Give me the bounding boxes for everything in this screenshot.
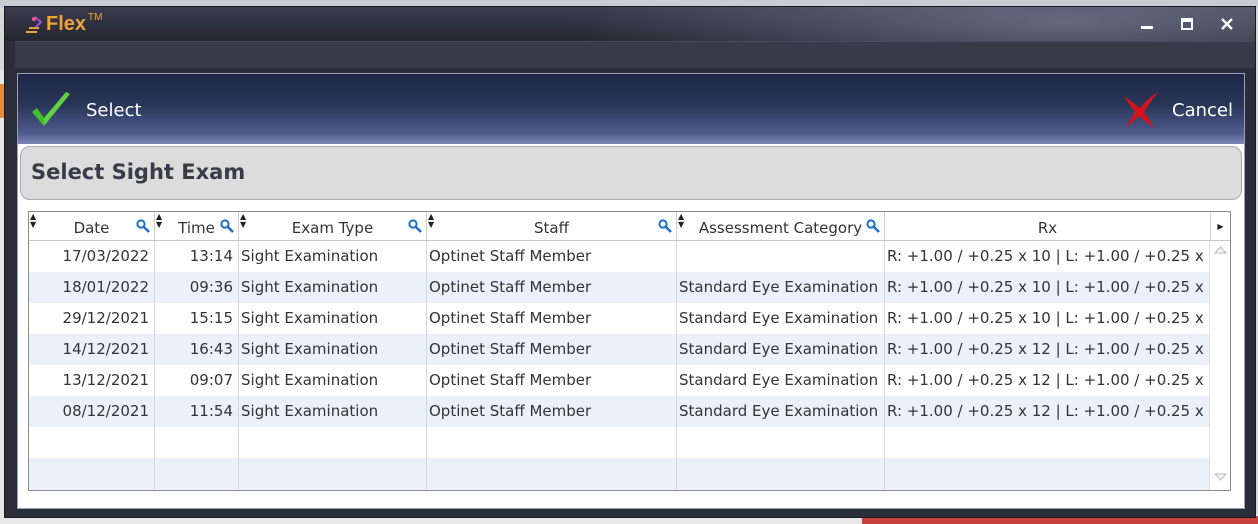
cell-assessment-category: Standard Eye Examination [677, 303, 885, 334]
maximize-button[interactable] [1175, 15, 1199, 33]
cell-exam-type: Sight Examination [239, 272, 427, 303]
table-row[interactable]: 08/12/2021 11:54 Sight Examination Optin… [29, 396, 1209, 427]
sub-bar [15, 41, 1255, 68]
page-title: Select Sight Exam [31, 160, 246, 184]
empty-row [29, 427, 1209, 458]
table-row[interactable]: 14/12/2021 16:43 Sight Examination Optin… [29, 334, 1209, 365]
cell-exam-type: Sight Examination [239, 303, 427, 334]
cell-date: 13/12/2021 [29, 365, 155, 396]
cell-exam-type: Sight Examination [239, 396, 427, 427]
cell-date: 08/12/2021 [29, 396, 155, 427]
close-button[interactable] [1215, 15, 1239, 33]
cell-exam-type: Sight Examination [239, 334, 427, 365]
cell-date: 14/12/2021 [29, 334, 155, 365]
cell-assessment-category: Standard Eye Examination [677, 334, 885, 365]
cell-time: 15:15 [155, 303, 239, 334]
sort-arrows-icon[interactable]: ▲ ▼ [240, 213, 246, 229]
magnifier-icon[interactable] [408, 219, 422, 237]
cell-rx: R: +1.00 / +0.25 x 12 | L: +1.00 / +0.25… [887, 340, 1209, 358]
maximize-icon [1181, 18, 1193, 30]
dialog-heading: Select Sight Exam [20, 146, 1242, 200]
dialog-window: Flex TM Select Cancel Select Sight Exam … [4, 6, 1256, 518]
minimize-icon [1141, 26, 1153, 29]
cell-exam-type: Sight Examination [239, 241, 427, 272]
column-header-exam-type[interactable]: ▲ ▼ Exam Type [239, 212, 427, 240]
cell-date: 17/03/2022 [29, 241, 155, 272]
cell-staff: Optinet Staff Member [427, 303, 677, 334]
empty-row [29, 458, 1209, 490]
close-icon [1221, 18, 1233, 30]
cell-staff: Optinet Staff Member [427, 334, 677, 365]
column-header-assessment-category[interactable]: ▲ ▼ Assessment Category [677, 212, 885, 240]
column-header-label: Assessment Category [698, 219, 863, 237]
cell-exam-type: Sight Examination [239, 365, 427, 396]
magnifier-icon[interactable] [658, 219, 672, 237]
select-button[interactable]: Select [30, 88, 142, 132]
cell-staff: Optinet Staff Member [427, 396, 677, 427]
magnifier-icon[interactable] [136, 219, 150, 237]
cell-time: 16:43 [155, 334, 239, 365]
app-logo: Flex TM [23, 13, 102, 37]
flex-logo-icon [23, 13, 45, 35]
cell-time: 09:07 [155, 365, 239, 396]
column-header-label: Rx [1037, 219, 1058, 237]
column-header-time[interactable]: ▲ ▼ Time [155, 212, 239, 240]
table-row[interactable]: 18/01/2022 09:36 Sight Examination Optin… [29, 272, 1209, 303]
cancel-label: Cancel [1172, 99, 1233, 121]
cell-date: 29/12/2021 [29, 303, 155, 334]
cell-assessment-category: Standard Eye Examination [677, 365, 885, 396]
column-header-label: Exam Type [291, 219, 374, 237]
cell-staff: Optinet Staff Member [427, 365, 677, 396]
app-name: Flex [46, 13, 87, 35]
cell-rx: R: +1.00 / +0.25 x 12 | L: +1.00 / +0.25… [887, 371, 1209, 389]
magnifier-icon[interactable] [220, 219, 234, 237]
sort-arrows-icon[interactable]: ▲ ▼ [30, 213, 36, 229]
select-label: Select [86, 99, 142, 121]
table-row[interactable]: 13/12/2021 09:07 Sight Examination Optin… [29, 365, 1209, 396]
cell-rx: R: +1.00 / +0.25 x 10 | L: +1.00 / +0.25… [887, 309, 1209, 327]
column-header-label: Time [178, 219, 215, 237]
cell-staff: Optinet Staff Member [427, 272, 677, 303]
sort-arrows-icon[interactable]: ▲ ▼ [678, 213, 684, 229]
vertical-scrollbar[interactable] [1209, 241, 1230, 490]
title-bar[interactable]: Flex TM [5, 7, 1255, 41]
cell-time: 09:36 [155, 272, 239, 303]
column-header-label: Date [73, 219, 110, 237]
grid-header: ▲ ▼ Date ▲ ▼ Time ▲ ▼ Exam Type ▲ ▼ Staff [29, 212, 1230, 241]
cell-assessment-category: Standard Eye Examination [677, 272, 885, 303]
scroll-up-icon[interactable] [1214, 245, 1227, 255]
column-header-staff[interactable]: ▲ ▼ Staff [427, 212, 677, 240]
column-scroll-right-icon[interactable]: ▶ [1211, 212, 1230, 240]
minimize-button[interactable] [1135, 15, 1159, 33]
checkmark-icon [32, 92, 70, 126]
x-mark-icon [1124, 92, 1158, 128]
cell-staff: Optinet Staff Member [427, 241, 677, 272]
table-row[interactable]: 29/12/2021 15:15 Sight Examination Optin… [29, 303, 1209, 334]
cell-rx: R: +1.00 / +0.25 x 10 | L: +1.00 / +0.25… [887, 247, 1209, 265]
cancel-button[interactable]: Cancel [1120, 88, 1233, 132]
table-row[interactable]: 17/03/2022 13:14 Sight Examination Optin… [29, 241, 1209, 272]
cell-assessment-category: Standard Eye Examination [677, 396, 885, 427]
cell-time: 11:54 [155, 396, 239, 427]
column-header-label: Staff [534, 219, 569, 237]
column-header-date[interactable]: ▲ ▼ Date [29, 212, 155, 240]
cell-rx: R: +1.00 / +0.25 x 12 | L: +1.00 / +0.25… [887, 402, 1209, 420]
magnifier-icon[interactable] [866, 219, 880, 237]
cell-rx: R: +1.00 / +0.25 x 10 | L: +1.00 / +0.25… [887, 278, 1209, 296]
column-header-rx[interactable]: Rx [885, 212, 1211, 240]
app-trademark: TM [88, 12, 103, 23]
cell-date: 18/01/2022 [29, 272, 155, 303]
sort-arrows-icon[interactable]: ▲ ▼ [156, 213, 162, 229]
sort-arrows-icon[interactable]: ▲ ▼ [428, 213, 434, 229]
cell-time: 13:14 [155, 241, 239, 272]
toolbar: Select Cancel [18, 74, 1244, 144]
dialog-panel: Select Cancel Select Sight Exam ▲▼ Date [17, 73, 1245, 509]
scroll-down-icon[interactable] [1214, 472, 1227, 482]
sight-exam-grid: ▲ ▼ Date ▲ ▼ Time ▲ ▼ Exam Type ▲ ▼ Staff [28, 211, 1231, 491]
cell-assessment-category [677, 241, 885, 272]
